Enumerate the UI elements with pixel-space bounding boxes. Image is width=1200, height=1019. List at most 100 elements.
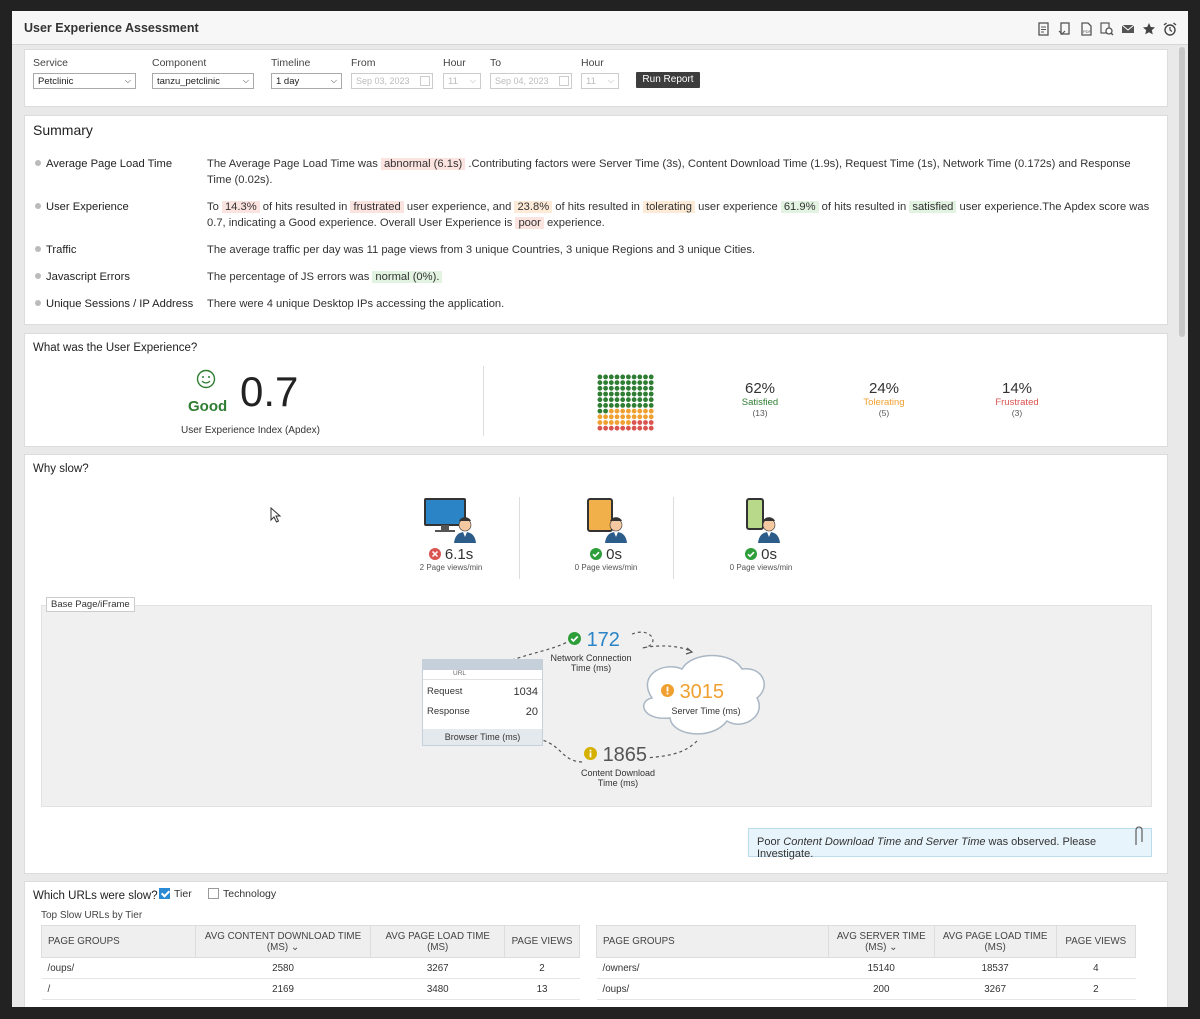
- column-header[interactable]: AVG PAGE LOAD TIME (MS): [370, 925, 506, 958]
- search-report-icon[interactable]: [1098, 20, 1115, 37]
- waffle-cell: [643, 414, 648, 420]
- waffle-cell: [631, 425, 637, 431]
- component-select[interactable]: tanzu_petclinic ⌵: [152, 73, 254, 89]
- waffle-cell: [597, 391, 603, 397]
- run-report-button[interactable]: Run Report: [636, 72, 700, 88]
- waffle-cell: [620, 397, 626, 403]
- mobile-device[interactable]: 0s 0 Page views/min: [686, 497, 836, 581]
- waffle-cell: [614, 391, 620, 397]
- checkbox-unchecked-icon[interactable]: [208, 888, 219, 899]
- component-value: tanzu_petclinic: [157, 75, 220, 87]
- tier-label: Tier: [174, 888, 192, 900]
- satisfied-label: Satisfied: [741, 397, 779, 408]
- chevron-down-icon: ⌵: [607, 76, 614, 85]
- request-value: 1034: [513, 686, 538, 698]
- response-row: Response 20: [423, 698, 542, 718]
- column-header[interactable]: AVG PAGE LOAD TIME (MS): [933, 925, 1057, 958]
- vertical-scrollbar[interactable]: [1179, 47, 1185, 337]
- timeline-select[interactable]: 1 day ⌵: [271, 73, 342, 89]
- table-row[interactable]: /owners/15140 18537 4: [596, 957, 1136, 979]
- section-title: What was the User Experience?: [33, 342, 198, 354]
- app-window: User Experience Assessment PDF Service P…: [12, 11, 1188, 1007]
- desktop-device[interactable]: 6.1s 2 Page views/min: [376, 497, 526, 581]
- table-row[interactable]: /oups/2580 3267 2: [41, 957, 580, 979]
- service-value: Petclinic: [38, 75, 74, 87]
- user-experience-panel: What was the User Experience? Good 0.7 U…: [24, 333, 1168, 447]
- report-icon[interactable]: [1035, 20, 1052, 37]
- waffle-cell: [603, 408, 608, 414]
- waffle-cell: [648, 397, 654, 403]
- column-header-sorted[interactable]: AVG CONTENT DOWNLOAD TIME (MS) ⌄: [194, 925, 372, 958]
- waffle-cell: [631, 391, 637, 397]
- sort-desc-icon: ⌄: [290, 941, 300, 953]
- column-header-sorted[interactable]: AVG SERVER TIME (MS) ⌄: [827, 925, 935, 958]
- waffle-cell: [631, 374, 637, 380]
- waffle-cell: [626, 414, 631, 420]
- waffle-cell: [648, 391, 654, 397]
- pdf-icon[interactable]: PDF: [1077, 20, 1094, 37]
- waffle-cell: [608, 403, 614, 408]
- tab-base-page[interactable]: Base Page/iFrame: [46, 597, 135, 612]
- calendar-icon[interactable]: [559, 76, 569, 86]
- timeline-value: 1 day: [276, 75, 300, 87]
- export-icon[interactable]: [1056, 20, 1073, 37]
- column-header[interactable]: PAGE VIEWS: [1055, 925, 1137, 958]
- column-header[interactable]: PAGE GROUPS: [41, 925, 196, 958]
- favorite-icon[interactable]: [1140, 20, 1157, 37]
- calendar-icon[interactable]: [420, 76, 430, 86]
- success-icon: [589, 548, 602, 560]
- column-header[interactable]: PAGE GROUPS: [596, 925, 829, 958]
- waffle-cell: [648, 385, 654, 391]
- table-subtitle: Top Slow URLs by Tier: [41, 910, 143, 921]
- hour-from-select[interactable]: 11 ⌵: [443, 73, 481, 89]
- hour-to-select[interactable]: 11 ⌵: [581, 73, 619, 89]
- chevron-down-icon: ⌵: [124, 76, 131, 85]
- error-icon: [428, 548, 441, 560]
- server-time-value: 3015: [661, 681, 724, 704]
- waffle-cell: [626, 425, 631, 431]
- component-label: Component: [152, 57, 207, 69]
- waffle-cell: [603, 397, 608, 403]
- waffle-cell: [608, 408, 614, 414]
- summary-row-traffic: Traffic The average traffic per day was …: [35, 242, 1153, 258]
- hour-to-value: 11: [586, 75, 596, 87]
- timeline-label: Timeline: [271, 57, 311, 69]
- hour-from-label: Hour: [443, 57, 466, 69]
- from-date-input[interactable]: Sep 03, 2023: [351, 73, 433, 89]
- smiley-icon: [196, 369, 216, 389]
- network-time-label: Network Connection Time (ms): [550, 653, 632, 673]
- waffle-cell: [614, 385, 620, 391]
- tolerating-stat: 24% Tolerating (5): [849, 380, 919, 418]
- to-date-input[interactable]: Sep 04, 2023: [490, 73, 572, 89]
- tier-checkbox[interactable]: Tier: [159, 888, 192, 900]
- summary-label: Javascript Errors: [35, 269, 210, 285]
- waffle-cell: [637, 403, 643, 408]
- waffle-cell: [648, 408, 654, 414]
- waffle-cell: [631, 380, 637, 385]
- server-time-label: Server Time (ms): [671, 706, 741, 716]
- waffle-cell: [637, 391, 643, 397]
- waffle-cell: [614, 414, 620, 420]
- technology-checkbox[interactable]: Technology: [208, 888, 276, 900]
- divider: [673, 497, 674, 579]
- summary-label: User Experience: [35, 199, 210, 215]
- column-header[interactable]: PAGE VIEWS: [504, 925, 580, 958]
- waffle-cell: [603, 420, 608, 425]
- chevron-down-icon: ⌵: [330, 76, 337, 85]
- summary-title: Summary: [33, 122, 93, 138]
- waffle-cell: [603, 391, 608, 397]
- alarm-icon[interactable]: [1161, 20, 1178, 37]
- waffle-cell: [626, 403, 631, 408]
- waffle-cell: [648, 414, 654, 420]
- table-row[interactable]: /2169 3480 13: [41, 978, 580, 1000]
- waffle-cell: [643, 391, 648, 397]
- success-icon: [568, 632, 581, 645]
- divider: [519, 497, 520, 579]
- waffle-cell: [603, 385, 608, 391]
- tablet-device[interactable]: 0s 0 Page views/min: [531, 497, 681, 581]
- service-select[interactable]: Petclinic ⌵: [33, 73, 136, 89]
- table-row[interactable]: /oups/200 3267 2: [596, 978, 1136, 1000]
- checkbox-checked-icon[interactable]: [159, 888, 170, 899]
- email-icon[interactable]: [1119, 20, 1136, 37]
- desktop-page-views: 2 Page views/min: [419, 563, 483, 572]
